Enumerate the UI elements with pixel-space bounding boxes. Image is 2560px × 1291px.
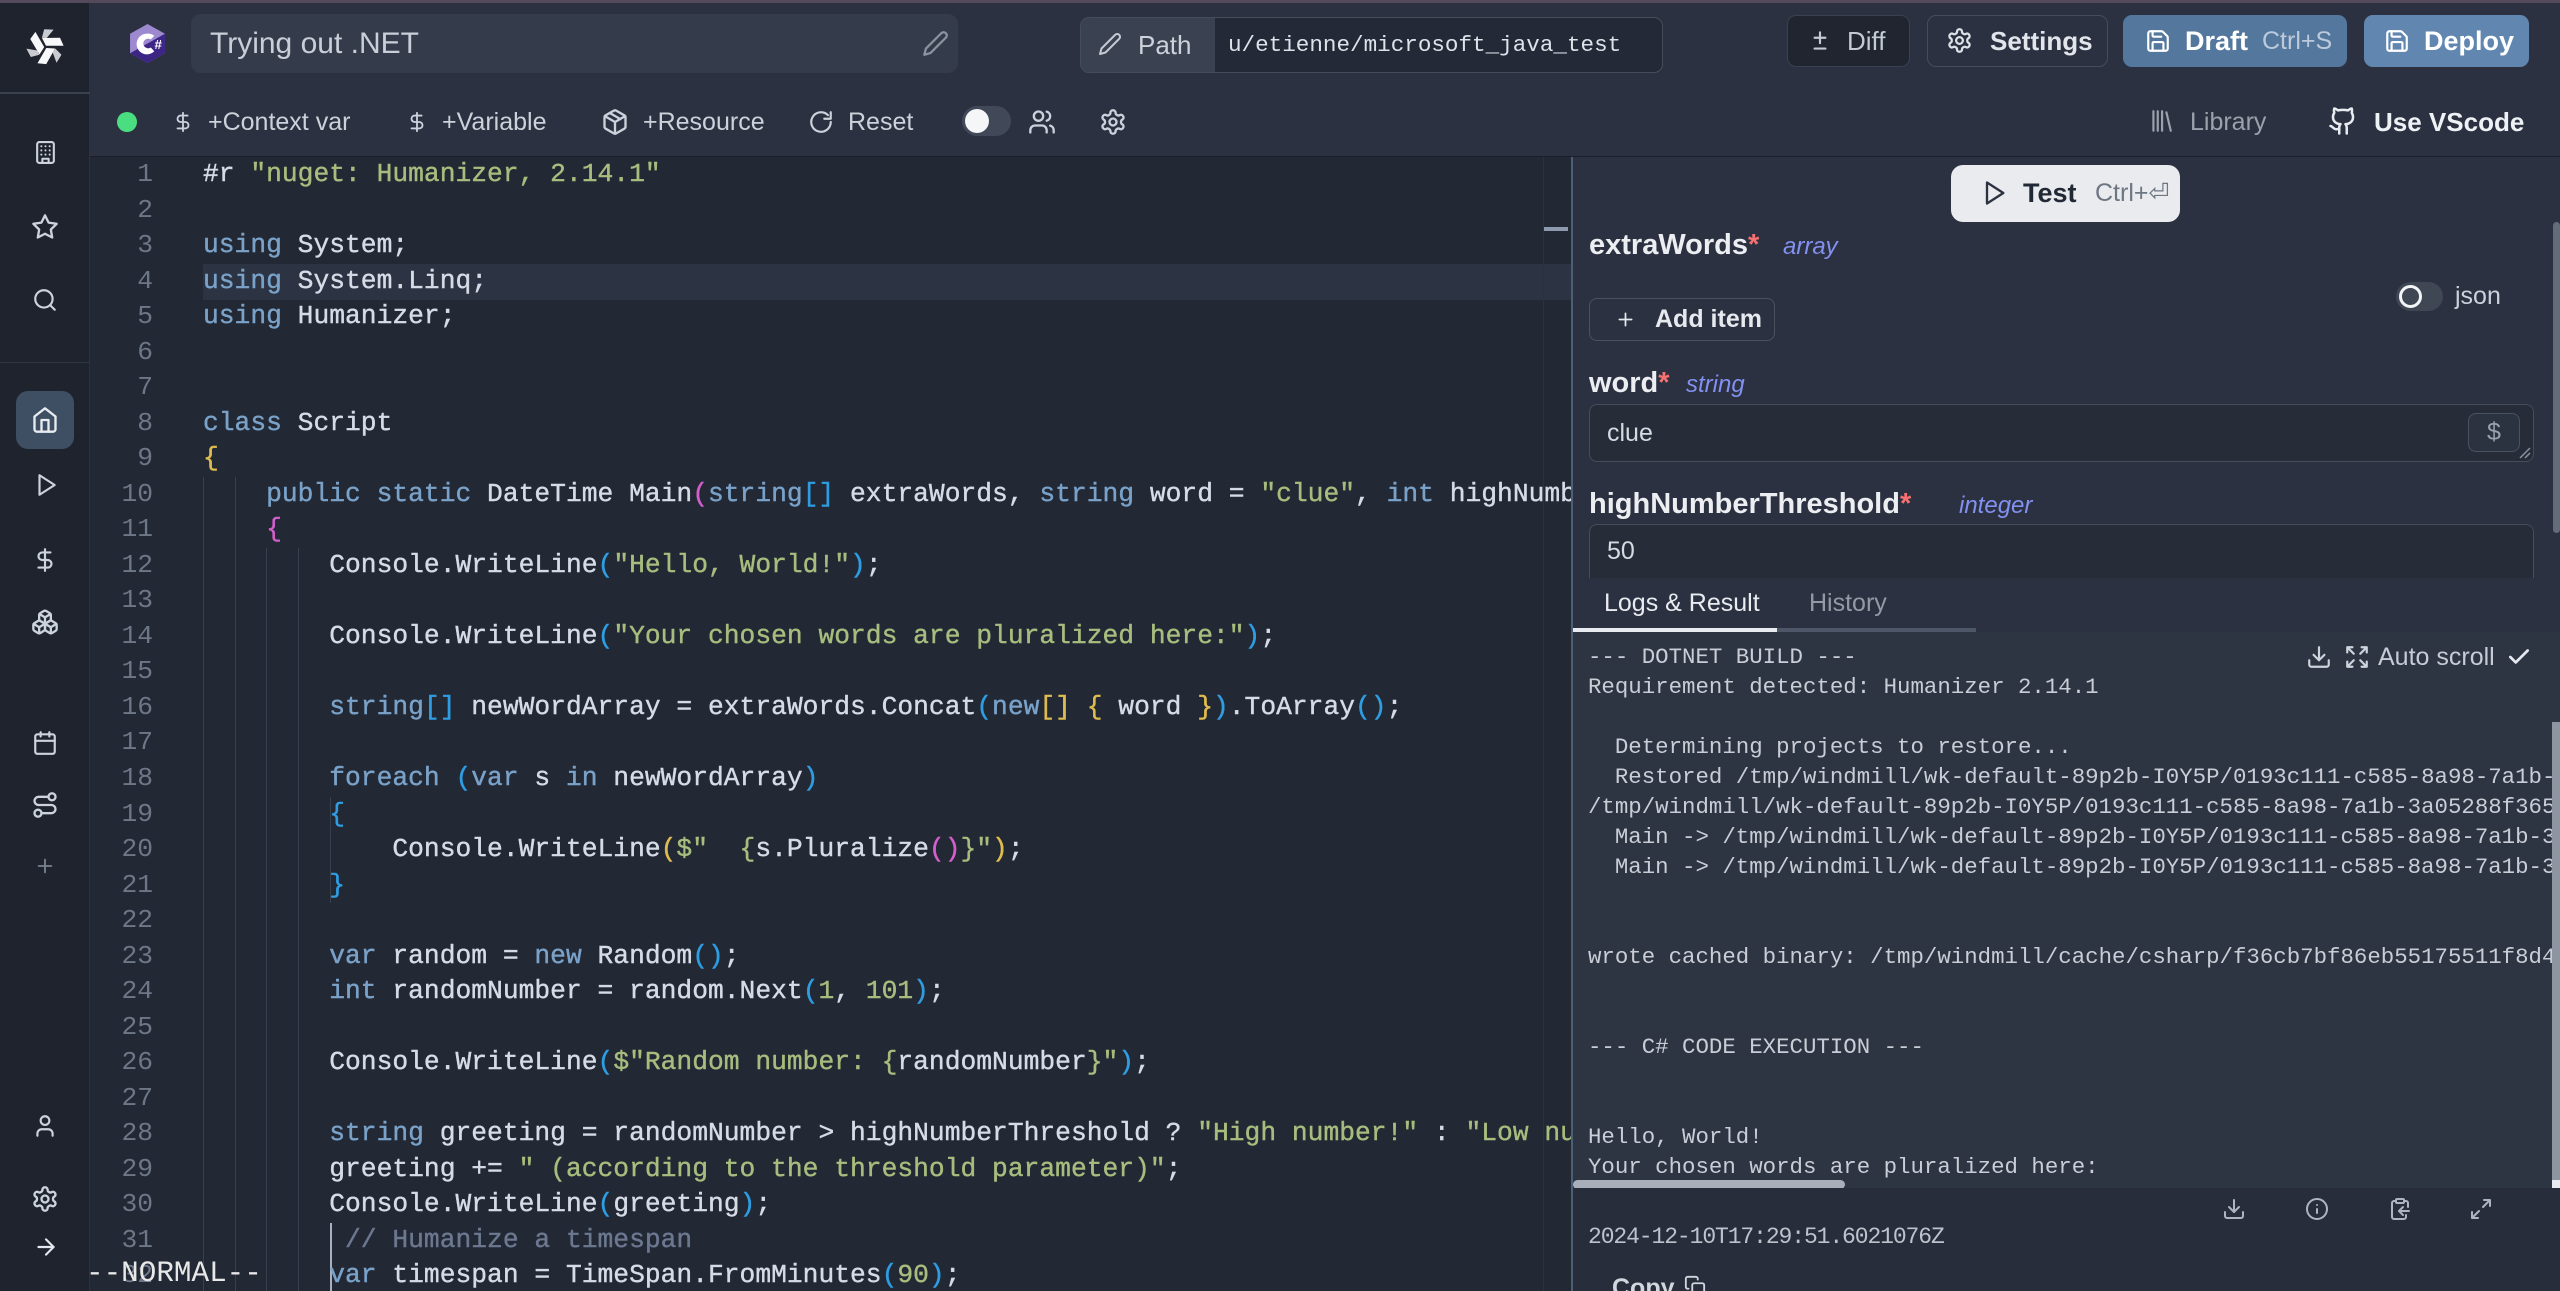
svg-text:#: # (155, 37, 163, 52)
